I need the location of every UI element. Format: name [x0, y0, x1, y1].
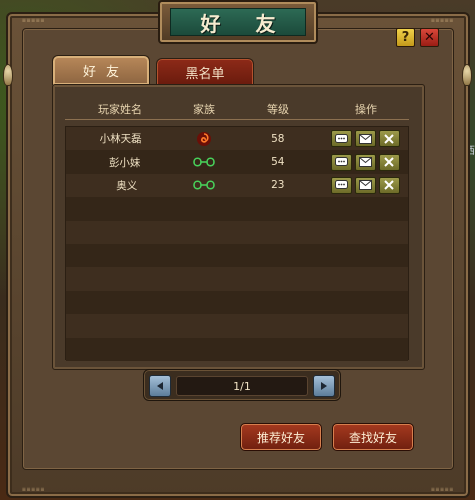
- title-inner: 好 友: [170, 8, 306, 36]
- close-icon: ✕: [424, 30, 435, 45]
- pagination: 1/1: [143, 369, 341, 401]
- player-level: 54: [271, 156, 285, 169]
- player-level: 58: [271, 132, 285, 145]
- green-crest-icon: [193, 180, 216, 191]
- player-level: 23: [271, 179, 285, 192]
- frame-ornament: ≡≡≡≡≡: [430, 17, 454, 24]
- help-button[interactable]: ?: [396, 28, 415, 47]
- delete-x-icon: [384, 133, 394, 144]
- frame-ornament: ≡≡≡≡≡: [22, 486, 46, 493]
- tab-friends[interactable]: 好友: [52, 55, 150, 85]
- green-crest-icon: [193, 157, 216, 167]
- header-family: 家族: [193, 102, 215, 116]
- empty-table-row: [66, 220, 408, 244]
- close-button[interactable]: ✕: [420, 28, 439, 47]
- page-indicator: 1/1: [176, 376, 308, 396]
- empty-table-row: [66, 314, 408, 338]
- operations-cell: [323, 153, 408, 171]
- table-row[interactable]: 小林天磊 58: [66, 127, 409, 151]
- mail-button[interactable]: [354, 153, 376, 171]
- tassel-ornament-left: [3, 64, 13, 86]
- window-title: 好 友: [200, 11, 290, 36]
- mail-button[interactable]: [354, 176, 376, 194]
- chat-bubble-icon: [334, 157, 348, 167]
- frame-ornament: ≡≡≡≡≡: [22, 17, 46, 24]
- empty-table-row: [66, 290, 408, 315]
- operations-cell: [323, 176, 408, 194]
- next-page-button[interactable]: [313, 375, 335, 397]
- empty-table-row: [66, 337, 408, 361]
- mail-icon: [358, 133, 372, 144]
- table-header: 玩家姓名 家族 等级 操作: [65, 98, 409, 120]
- tassel-ornament-right: [462, 64, 472, 86]
- empty-table-row: [66, 267, 408, 291]
- red-swirl-icon: [197, 131, 212, 146]
- family-cell: [175, 155, 233, 169]
- friends-table: 小林天磊 58 彭小妹 54 奥义 23: [65, 126, 409, 361]
- header-level: 等级: [267, 102, 289, 116]
- chat-button[interactable]: [330, 130, 352, 148]
- frame-ornament: ≡≡≡≡≡: [430, 486, 454, 493]
- chat-button[interactable]: [330, 153, 352, 171]
- search-friends-button[interactable]: 查找好友: [332, 423, 414, 451]
- mail-button[interactable]: [354, 130, 376, 148]
- player-name: 彭小妹: [108, 156, 141, 169]
- delete-friend-button[interactable]: [378, 153, 400, 171]
- chat-button[interactable]: [330, 176, 352, 194]
- tab-blacklist[interactable]: 黑名单: [156, 58, 254, 85]
- delete-friend-button[interactable]: [378, 176, 400, 194]
- prev-page-button[interactable]: [149, 375, 171, 397]
- help-icon: ?: [401, 30, 410, 45]
- delete-x-icon: [384, 180, 394, 191]
- mail-icon: [358, 180, 372, 191]
- delete-x-icon: [384, 157, 394, 167]
- player-name: 小林天磊: [99, 133, 142, 146]
- title-plaque: 好 友: [158, 0, 318, 44]
- empty-table-row: [66, 197, 408, 221]
- mail-icon: [358, 157, 372, 168]
- chat-bubble-icon: [334, 133, 348, 143]
- arrow-left-icon: [157, 382, 163, 390]
- empty-table-row: [66, 243, 408, 268]
- table-row[interactable]: 奥义 23: [66, 173, 408, 198]
- family-cell: [175, 178, 233, 192]
- arrow-right-icon: [321, 382, 327, 390]
- header-player-name: 玩家姓名: [98, 102, 142, 116]
- operations-cell: [323, 130, 409, 148]
- family-cell: [175, 131, 233, 147]
- chat-bubble-icon: [334, 180, 348, 190]
- header-operations: 操作: [355, 102, 377, 116]
- table-row[interactable]: 彭小妹 54: [66, 150, 408, 174]
- player-name: 奥义: [116, 179, 138, 192]
- recommend-friends-button[interactable]: 推荐好友: [240, 423, 322, 451]
- delete-friend-button[interactable]: [378, 130, 400, 148]
